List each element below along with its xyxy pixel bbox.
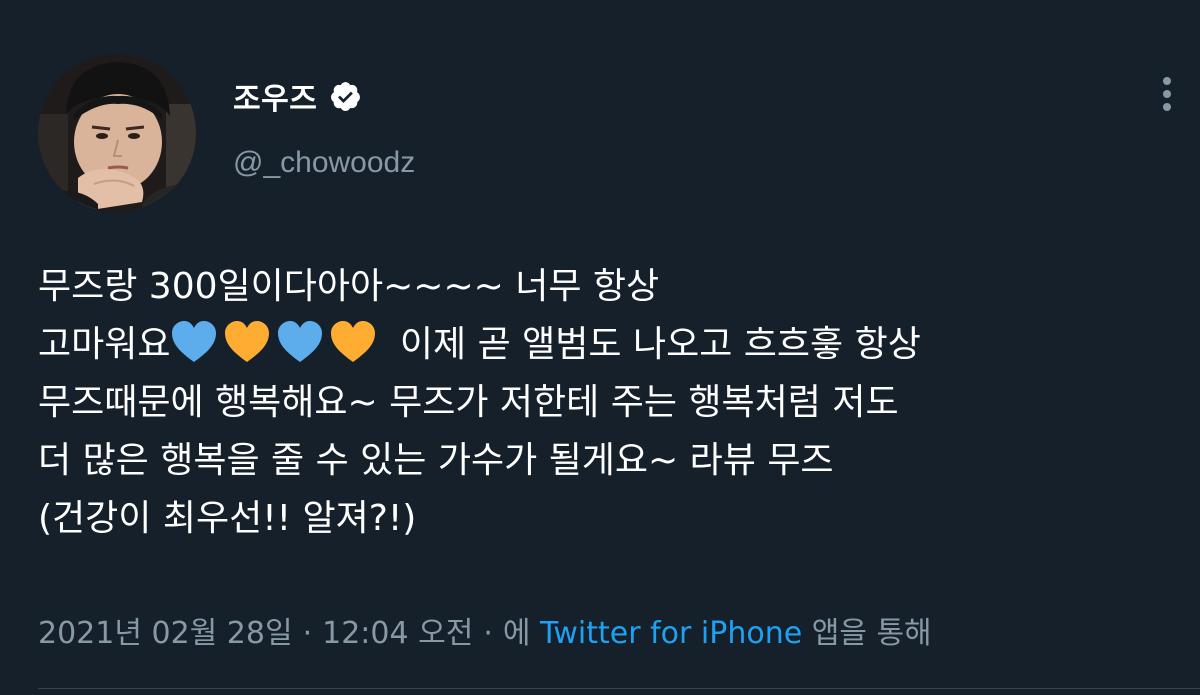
tweet-card: 조우즈 @_chowoodz 무즈랑 300일이다아아~~~~ 너무 항상 고마… bbox=[0, 0, 1200, 695]
tweet-date[interactable]: 2021년 02월 28일 bbox=[38, 616, 293, 651]
blue-heart-icon bbox=[276, 320, 324, 364]
via-suffix: 앱을 통해 bbox=[811, 616, 932, 651]
author-name-row[interactable]: 조우즈 bbox=[233, 74, 362, 118]
display-name[interactable]: 조우즈 bbox=[233, 74, 317, 118]
separator: · bbox=[302, 616, 313, 651]
avatar[interactable] bbox=[38, 54, 196, 212]
tweet-metadata: 2021년 02월 28일 · 12:04 오전 · 에 Twitter for iPh… bbox=[38, 608, 932, 652]
tweet-line-text: 고마워요 bbox=[38, 324, 171, 365]
heart-emojis bbox=[170, 316, 382, 374]
divider bbox=[38, 688, 1200, 689]
source-link[interactable]: Twitter for iPhone bbox=[540, 616, 802, 651]
tweet-line: 무즈때문에 행복해요~ 무즈가 저한테 주는 행복처럼 저도 bbox=[38, 382, 899, 423]
tweet-line: 더 많은 행복을 줄 수 있는 가수가 될게요~ 라뷰 무즈 bbox=[38, 440, 834, 481]
verified-badge-icon bbox=[329, 80, 362, 113]
blue-heart-icon bbox=[170, 320, 218, 364]
yellow-heart-icon bbox=[329, 320, 377, 364]
tweet-text: 무즈랑 300일이다아아~~~~ 너무 항상 고마워요 이제 곧 앨범도 나오고… bbox=[38, 258, 1178, 548]
more-options-button[interactable] bbox=[1150, 72, 1184, 116]
yellow-heart-icon bbox=[223, 320, 271, 364]
via-prefix: 에 bbox=[502, 616, 531, 651]
tweet-line: 고마워요 이제 곧 앨범도 나오고 흐흐흫 항상 bbox=[38, 316, 1178, 374]
tweet-line: 무즈랑 300일이다아아~~~~ 너무 항상 bbox=[38, 266, 660, 307]
tweet-time[interactable]: 12:04 오전 bbox=[322, 616, 473, 651]
tweet-line-text: 이제 곧 앨범도 나오고 흐흐흫 항상 bbox=[388, 324, 921, 365]
avatar-photo bbox=[38, 54, 196, 212]
more-vertical-icon bbox=[1163, 77, 1171, 111]
author-handle[interactable]: @_chowoodz bbox=[233, 146, 415, 180]
separator: · bbox=[483, 616, 493, 651]
tweet-line: (건강이 최우선!! 알져?!) bbox=[38, 498, 417, 539]
